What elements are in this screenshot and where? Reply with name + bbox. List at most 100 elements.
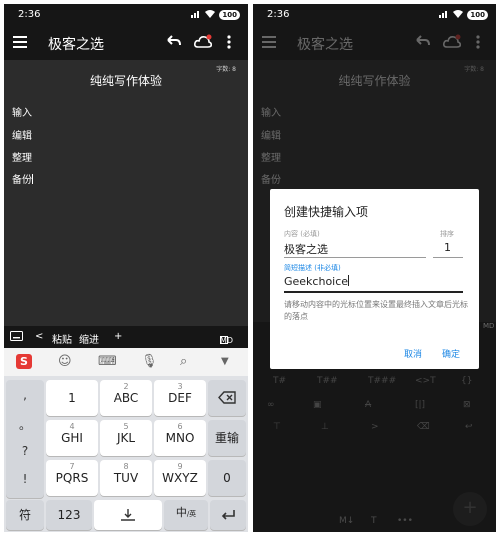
move-bottom-tool: ⊥ [321, 422, 329, 432]
emoji-icon[interactable]: ☺ [58, 354, 72, 369]
delete-line-tool: ⊠ [463, 400, 471, 410]
key-6[interactable]: 6 MNO [154, 420, 206, 456]
wifi-icon [453, 9, 464, 21]
symbols-key[interactable]: 符 [6, 500, 44, 530]
undo-icon[interactable] [165, 33, 181, 55]
editor-line: 编辑 [12, 131, 32, 142]
menu-icon [262, 33, 278, 51]
order-input[interactable]: 1 [444, 241, 451, 254]
document-title: 纯纯写作体验 [338, 74, 411, 88]
status-time: 2:36 [267, 9, 290, 20]
cancel-button[interactable]: 取消 [404, 347, 422, 360]
cursor-right-tool: > [371, 422, 379, 432]
inline-code-tool: <>T [415, 376, 436, 386]
sogou-logo-icon[interactable]: S [16, 354, 32, 369]
signal-icon [439, 9, 449, 21]
backspace-icon [218, 391, 236, 404]
app-title: 极客之选 [48, 37, 104, 53]
ime-toolbar: S ☺ ⌨ 🎙 ⌕ ▼ [4, 348, 248, 376]
heading3-tool: T### [368, 376, 397, 386]
content-input[interactable]: 极客之选 [284, 241, 328, 257]
signal-icon [191, 9, 201, 21]
more-options-icon[interactable] [226, 33, 232, 55]
heading1-tool: T# [273, 376, 287, 386]
order-label: 排序 [440, 230, 454, 238]
app-title: 极客之选 [297, 37, 353, 53]
status-bar: 2:36 100 [253, 4, 496, 26]
dialog-title: 创建快捷输入项 [284, 205, 369, 219]
description-text: Geekchoice [284, 275, 349, 288]
menu-icon[interactable] [13, 33, 29, 51]
symbol-key[interactable]: , [6, 388, 44, 402]
heading2-tool: T## [317, 376, 338, 386]
status-icons: 100 [439, 9, 488, 21]
text-cursor [348, 275, 350, 286]
backspace-key[interactable] [208, 380, 246, 416]
key-8[interactable]: 8 TUV [100, 460, 152, 496]
undo-tool: ↩ [465, 422, 473, 432]
symbol-key[interactable]: ! [6, 472, 44, 486]
editor-line: 备份 [261, 175, 281, 186]
keyboard-layout-icon[interactable]: ⌨ [98, 354, 117, 369]
more-options-icon [475, 33, 481, 55]
t9-keyboard: , 。 ? ! 1 2 ABC 3 DEF 4 GHI 5 JKL 6 MNO 重输 7P… [4, 376, 248, 532]
language-switch-key[interactable]: 中/英 [164, 500, 208, 530]
paste-button[interactable]: 粘贴 [52, 331, 72, 346]
key-5[interactable]: 5 JKL [100, 420, 152, 456]
markdown-tab: M↓ [339, 516, 355, 526]
confirm-button[interactable]: 确定 [442, 347, 460, 360]
description-input[interactable]: Geekchoice [284, 275, 350, 288]
content-underline [284, 257, 426, 258]
enter-key[interactable] [210, 500, 246, 530]
symbol-column[interactable]: , 。 ? ! [6, 380, 44, 498]
right-screen: 2:36 100 极客之选 字数: 8 纯纯写作体验 输入 编辑 整理 备份 M… [253, 4, 496, 532]
content-label: 内容 (必填) [284, 230, 320, 238]
md-label: MD [483, 322, 495, 330]
space-icon [121, 509, 135, 521]
dialog-hint: 请移动内容中的光标位置来设置最终插入文章后光标的落点 [284, 300, 468, 321]
reenter-key[interactable]: 重输 [208, 420, 246, 456]
strikethrough-tool: A [365, 400, 372, 410]
key-4[interactable]: 4 GHI [46, 420, 98, 456]
cloud-sync-icon[interactable] [194, 33, 213, 55]
microphone-icon[interactable]: 🎙 [141, 354, 158, 369]
left-screen: 2:36 100 极客之选 字数: 8 纯纯写作体验 输入 编辑 整理 备份 <… [4, 4, 248, 532]
key-9[interactable]: 9 WXYZ [154, 460, 206, 496]
description-underline [284, 291, 463, 293]
undo-icon [414, 33, 430, 55]
cursor-left-button[interactable]: < [35, 331, 43, 342]
text-cursor [32, 174, 33, 184]
table-tool: [|] [415, 400, 426, 410]
image-tool: ▣ [313, 400, 322, 410]
delete-tool: ⌫ [417, 422, 430, 432]
enter-icon [221, 510, 235, 520]
indent-button[interactable]: 缩进 [79, 331, 99, 346]
more-tab: ••• [397, 516, 413, 526]
code-block-tool: {} [461, 376, 473, 386]
space-key[interactable] [94, 500, 162, 530]
zero-key[interactable]: 0 [208, 460, 246, 496]
key-2[interactable]: 2 ABC [100, 380, 152, 416]
key-7[interactable]: 7 PQRS [46, 460, 98, 496]
wifi-icon [205, 9, 216, 21]
search-icon[interactable]: ⌕ [180, 354, 187, 369]
symbol-key[interactable]: 。 [6, 416, 44, 433]
move-top-tool: ⊤ [273, 422, 281, 432]
editor-area[interactable]: 字数: 8 纯纯写作体验 输入 编辑 整理 备份 [4, 60, 248, 328]
collapse-keyboard-icon[interactable]: ▼ [221, 356, 229, 367]
edit-toolbar: < 粘贴 缩进 + MD [4, 326, 248, 348]
numbers-key[interactable]: 123 [46, 500, 92, 530]
add-button[interactable]: + [114, 331, 122, 342]
key-3[interactable]: 3 DEF [154, 380, 206, 416]
link-tool: ∞ [267, 400, 275, 410]
editor-line-text: 备份 [12, 175, 32, 186]
status-time: 2:36 [18, 9, 41, 20]
order-underline [433, 257, 463, 258]
symbol-key[interactable]: ? [6, 444, 44, 458]
key-1[interactable]: 1 [46, 380, 98, 416]
editor-line: 整理 [12, 153, 32, 164]
editor-line: 编辑 [261, 131, 281, 142]
keyboard-toggle-icon[interactable] [10, 331, 23, 344]
md-label: MD [220, 336, 234, 345]
format-tab: T [371, 516, 377, 526]
